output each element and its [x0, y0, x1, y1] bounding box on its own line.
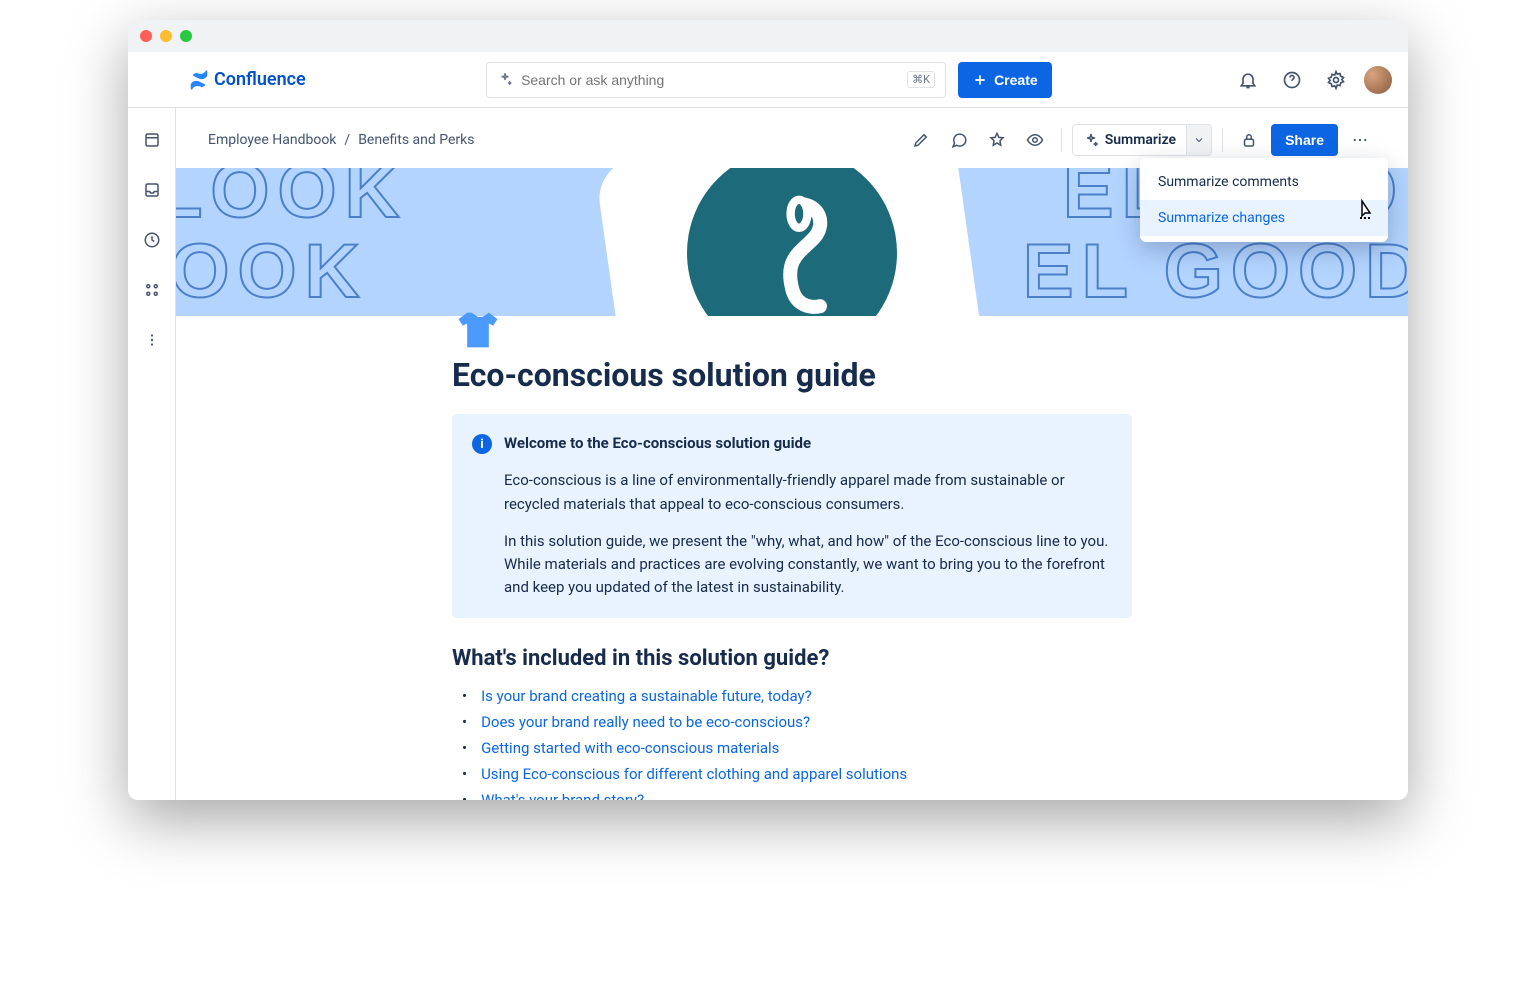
more-actions-icon[interactable] — [1344, 124, 1376, 156]
search-input[interactable] — [521, 72, 899, 88]
summarize-split-button: Summarize — [1072, 124, 1212, 156]
siderail-more-icon[interactable] — [136, 324, 168, 356]
page-title: Eco-conscious solution guide — [452, 340, 1132, 394]
notifications-icon[interactable] — [1232, 64, 1264, 96]
cursor-icon — [1354, 198, 1378, 222]
user-avatar[interactable] — [1364, 66, 1392, 94]
share-button[interactable]: Share — [1271, 124, 1338, 156]
page-content: Employee Handbook / Benefits and Perks S… — [176, 108, 1408, 800]
page-header-bar: Employee Handbook / Benefits and Perks S… — [176, 108, 1408, 168]
article-body: Eco-conscious solution guide i Welcome t… — [452, 340, 1132, 800]
plus-icon — [972, 72, 988, 88]
top-navbar: Confluence ⌘K Create — [128, 52, 1408, 108]
summarize-button[interactable]: Summarize — [1073, 125, 1186, 155]
toc-link[interactable]: What's your brand story? — [481, 791, 644, 801]
mac-titlebar — [128, 20, 1408, 52]
app-window: Confluence ⌘K Create — [128, 20, 1408, 800]
siderail-pages-icon[interactable] — [136, 124, 168, 156]
search-shortcut: ⌘K — [907, 71, 935, 88]
comment-icon[interactable] — [943, 124, 975, 156]
info-paragraph-2: In this solution guide, we present the "… — [504, 530, 1112, 600]
list-item: What's your brand story? — [462, 787, 1132, 801]
search-bar[interactable]: ⌘K — [486, 62, 946, 98]
edit-icon[interactable] — [905, 124, 937, 156]
info-paragraph-1: Eco-conscious is a line of environmental… — [504, 469, 1112, 516]
breadcrumb-current[interactable]: Benefits and Perks — [358, 132, 474, 148]
info-panel: i Welcome to the Eco-conscious solution … — [452, 414, 1132, 618]
left-siderail — [128, 108, 176, 800]
app-switcher-icon[interactable] — [144, 64, 176, 96]
watch-icon[interactable] — [1019, 124, 1051, 156]
hero-logo-circle — [687, 168, 897, 316]
settings-icon[interactable] — [1320, 64, 1352, 96]
confluence-logo[interactable]: Confluence — [188, 69, 306, 91]
dropdown-item-summarize-comments[interactable]: Summarize comments — [1140, 164, 1388, 200]
list-item: Does your brand really need to be eco-co… — [462, 709, 1132, 735]
app-name: Confluence — [214, 69, 306, 90]
summarize-dropdown-toggle[interactable] — [1186, 125, 1211, 155]
siderail-recent-icon[interactable] — [136, 224, 168, 256]
list-item: Using Eco-conscious for different clothi… — [462, 761, 1132, 787]
close-window-dot[interactable] — [140, 30, 152, 42]
page-emoji[interactable] — [452, 304, 504, 356]
toc-link[interactable]: Getting started with eco-conscious mater… — [481, 739, 779, 757]
maximize-window-dot[interactable] — [180, 30, 192, 42]
sparkle-icon — [497, 72, 513, 88]
create-button[interactable]: Create — [958, 62, 1052, 98]
list-item: Is your brand creating a sustainable fut… — [462, 683, 1132, 709]
toc-links: Is your brand creating a sustainable fut… — [452, 683, 1132, 801]
restrictions-icon[interactable] — [1233, 124, 1265, 156]
list-item: Getting started with eco-conscious mater… — [462, 735, 1132, 761]
toc-link[interactable]: Using Eco-conscious for different clothi… — [481, 765, 907, 783]
section-heading: What's included in this solution guide? — [452, 646, 1132, 671]
minimize-window-dot[interactable] — [160, 30, 172, 42]
chevron-down-icon — [1193, 134, 1205, 146]
siderail-inbox-icon[interactable] — [136, 174, 168, 206]
toc-link[interactable]: Is your brand creating a sustainable fut… — [481, 687, 812, 705]
help-icon[interactable] — [1276, 64, 1308, 96]
star-icon[interactable] — [981, 124, 1013, 156]
tshirt-icon — [452, 304, 504, 356]
toc-link[interactable]: Does your brand really need to be eco-co… — [481, 713, 810, 731]
summarize-dropdown: Summarize comments Summarize changes — [1140, 158, 1388, 242]
page-actions: Summarize Share — [905, 124, 1376, 156]
dropdown-item-summarize-changes[interactable]: Summarize changes — [1140, 200, 1388, 236]
info-title: Welcome to the Eco-conscious solution gu… — [504, 434, 811, 452]
needle-icon — [722, 183, 862, 316]
siderail-apps-icon[interactable] — [136, 274, 168, 306]
breadcrumb: Employee Handbook / Benefits and Perks — [208, 132, 474, 148]
ai-sparkle-icon — [1083, 132, 1099, 148]
breadcrumb-parent[interactable]: Employee Handbook — [208, 132, 336, 148]
info-icon: i — [472, 434, 492, 454]
